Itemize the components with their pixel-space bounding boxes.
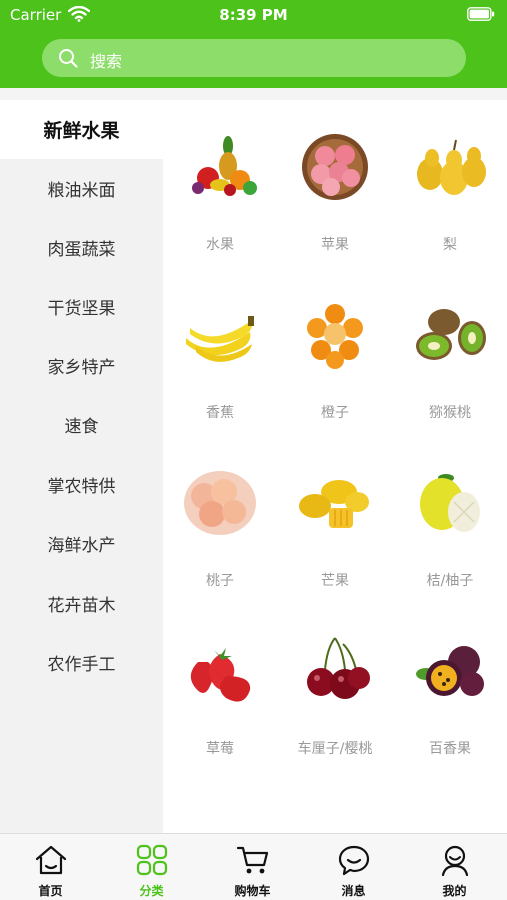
category-sidebar: 新鲜水果 粮油米面 肉蛋蔬菜 干货坚果 家乡特产 速食 掌农特供 海鲜水产 花卉… <box>0 100 163 833</box>
product-label: 桔/柚子 <box>426 573 474 589</box>
product-durian[interactable] <box>163 772 277 833</box>
sidebar-item-fast-food[interactable]: 速食 <box>0 395 163 454</box>
sidebar-item-local-specialty[interactable]: 家乡特产 <box>0 336 163 395</box>
peach-icon <box>184 471 256 535</box>
cherry-icon <box>307 637 370 699</box>
durian-icon <box>180 802 260 833</box>
message-icon <box>338 845 370 876</box>
pomelo-icon <box>420 474 480 532</box>
cart-icon <box>236 846 269 874</box>
orange-icon <box>307 304 363 369</box>
tab-label: 我的 <box>442 884 467 898</box>
fruit-basket-icon <box>192 136 257 196</box>
product-pear[interactable]: 梨 <box>393 100 507 268</box>
product-label: 桃子 <box>206 573 234 589</box>
tab-cart[interactable]: 购物车 <box>202 834 303 900</box>
search-placeholder[interactable]: 搜索 <box>90 48 122 72</box>
product-passion-fruit[interactable]: 百香果 <box>393 604 507 772</box>
product-label: 百香果 <box>429 741 471 757</box>
product-label: 水果 <box>206 237 234 253</box>
tab-label: 首页 <box>38 884 63 898</box>
header: Carrier 8:39 PM 搜索 <box>0 0 507 88</box>
sidebar-item-handicraft[interactable]: 农作手工 <box>0 633 163 692</box>
product-fruit[interactable]: 水果 <box>163 100 277 268</box>
product-label: 草莓 <box>206 741 234 757</box>
product-label: 苹果 <box>321 237 349 253</box>
kiwi-icon <box>416 309 486 360</box>
product-label: 芒果 <box>321 573 349 589</box>
product-grid: 水果 苹果 梨 香蕉 橙子 猕猴桃 桃子 芒果 桔/柚子 草莓 车厘子/樱桃 百… <box>163 100 507 833</box>
tab-bar: 首页 分类 购物车 消息 我的 <box>0 833 507 900</box>
product-label: 猕猴桃 <box>429 405 471 421</box>
banana-icon <box>186 316 254 362</box>
product-label: 香蕉 <box>206 405 234 421</box>
clock: 8:39 PM <box>219 6 288 24</box>
tab-profile[interactable]: 我的 <box>404 834 505 900</box>
passion-fruit-icon <box>416 646 484 696</box>
battery-icon <box>467 7 495 21</box>
tab-label: 分类 <box>139 884 164 898</box>
strawberry-icon <box>190 648 251 702</box>
product-pomelo[interactable]: 桔/柚子 <box>393 436 507 604</box>
tab-home[interactable]: 首页 <box>0 834 101 900</box>
search-bar[interactable]: 搜索 <box>42 39 466 77</box>
product-cherry[interactable]: 车厘子/樱桃 <box>278 604 392 772</box>
sidebar-item-fresh-fruit[interactable]: 新鲜水果 <box>0 100 163 159</box>
pear-icon <box>417 139 486 195</box>
header-divider <box>0 88 507 100</box>
product-strawberry[interactable]: 草莓 <box>163 604 277 772</box>
product-banana[interactable]: 香蕉 <box>163 268 277 436</box>
product-mango[interactable]: 芒果 <box>278 436 392 604</box>
tab-label: 购物车 <box>234 884 271 898</box>
product-apple[interactable]: 苹果 <box>278 100 392 268</box>
product-label: 梨 <box>443 237 457 253</box>
category-grid-icon <box>136 844 168 876</box>
product-peach[interactable]: 桃子 <box>163 436 277 604</box>
apple-icon <box>302 134 368 200</box>
home-icon <box>35 845 67 875</box>
sidebar-item-flowers-plants[interactable]: 花卉苗木 <box>0 574 163 633</box>
profile-icon <box>441 845 469 876</box>
tab-category[interactable]: 分类 <box>101 834 202 900</box>
product-kiwi[interactable]: 猕猴桃 <box>393 268 507 436</box>
product-label: 橙子 <box>321 405 349 421</box>
search-icon <box>59 49 78 68</box>
status-bar: Carrier 8:39 PM <box>0 0 507 30</box>
mango-icon <box>299 480 369 528</box>
sidebar-item-meat-egg-veg[interactable]: 肉蛋蔬菜 <box>0 218 163 277</box>
product-orange[interactable]: 橙子 <box>278 268 392 436</box>
sidebar-item-grain-oil[interactable]: 粮油米面 <box>0 159 163 218</box>
sidebar-item-seafood[interactable]: 海鲜水产 <box>0 514 163 573</box>
tab-messages[interactable]: 消息 <box>303 834 404 900</box>
sidebar-item-dried-nuts[interactable]: 干货坚果 <box>0 277 163 336</box>
tab-label: 消息 <box>341 884 366 898</box>
sidebar-item-special-supply[interactable]: 掌农特供 <box>0 455 163 514</box>
product-label: 车厘子/樱桃 <box>297 741 373 757</box>
